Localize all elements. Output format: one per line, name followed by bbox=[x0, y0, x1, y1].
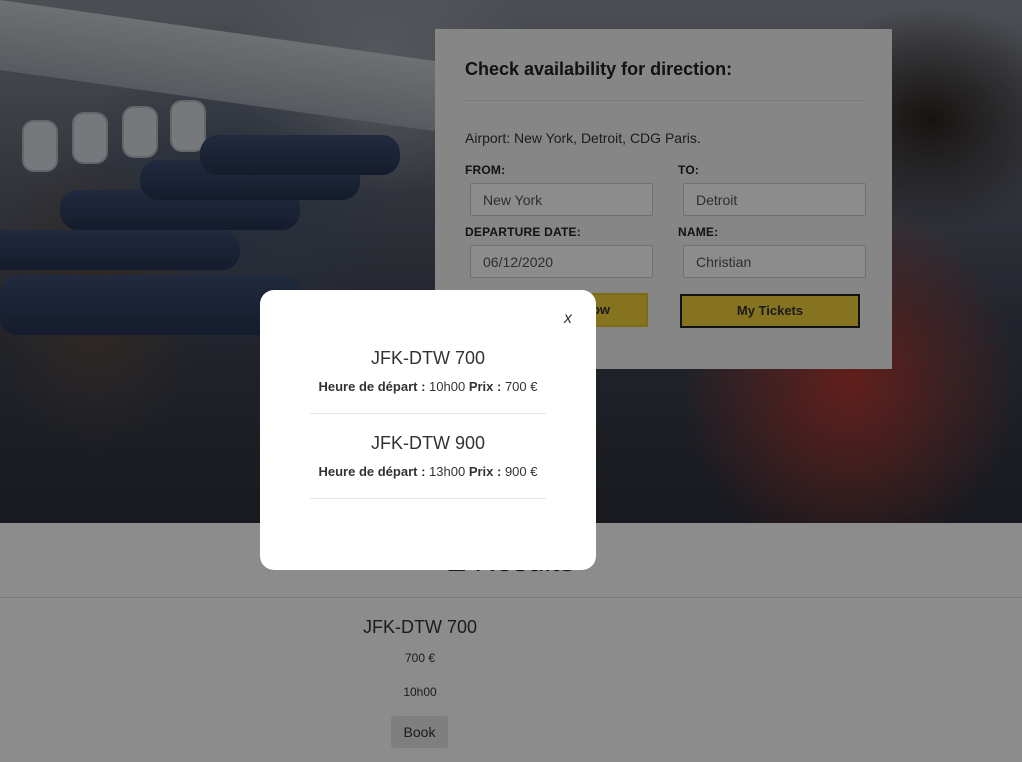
offer-separator bbox=[310, 413, 546, 414]
offer-name: JFK-DTW 900 bbox=[370, 433, 485, 453]
departure-time: 13h00 bbox=[429, 464, 466, 479]
departure-label: Heure de départ : bbox=[318, 464, 426, 479]
offer-separator bbox=[310, 498, 546, 499]
offer-details: Heure de départ : 10h00 Prix : 700 € bbox=[310, 379, 546, 394]
offer-price: 700 € bbox=[504, 379, 538, 394]
departure-time: 10h00 bbox=[429, 379, 466, 394]
price-label: Prix : bbox=[468, 379, 502, 394]
flight-offer[interactable]: JFK-DTW 700 Heure de départ : 10h00 Prix… bbox=[310, 348, 546, 414]
departure-label: Heure de départ : bbox=[318, 379, 426, 394]
offer-price: 900 € bbox=[504, 464, 538, 479]
price-label: Prix : bbox=[468, 464, 502, 479]
offer-name: JFK-DTW 700 bbox=[370, 348, 485, 368]
flight-offer[interactable]: JFK-DTW 900 Heure de départ : 13h00 Prix… bbox=[310, 433, 546, 499]
close-button[interactable]: x bbox=[564, 310, 572, 328]
flights-modal: x JFK-DTW 700 Heure de départ : 10h00 Pr… bbox=[260, 290, 596, 570]
offer-details: Heure de départ : 13h00 Prix : 900 € bbox=[310, 464, 546, 479]
